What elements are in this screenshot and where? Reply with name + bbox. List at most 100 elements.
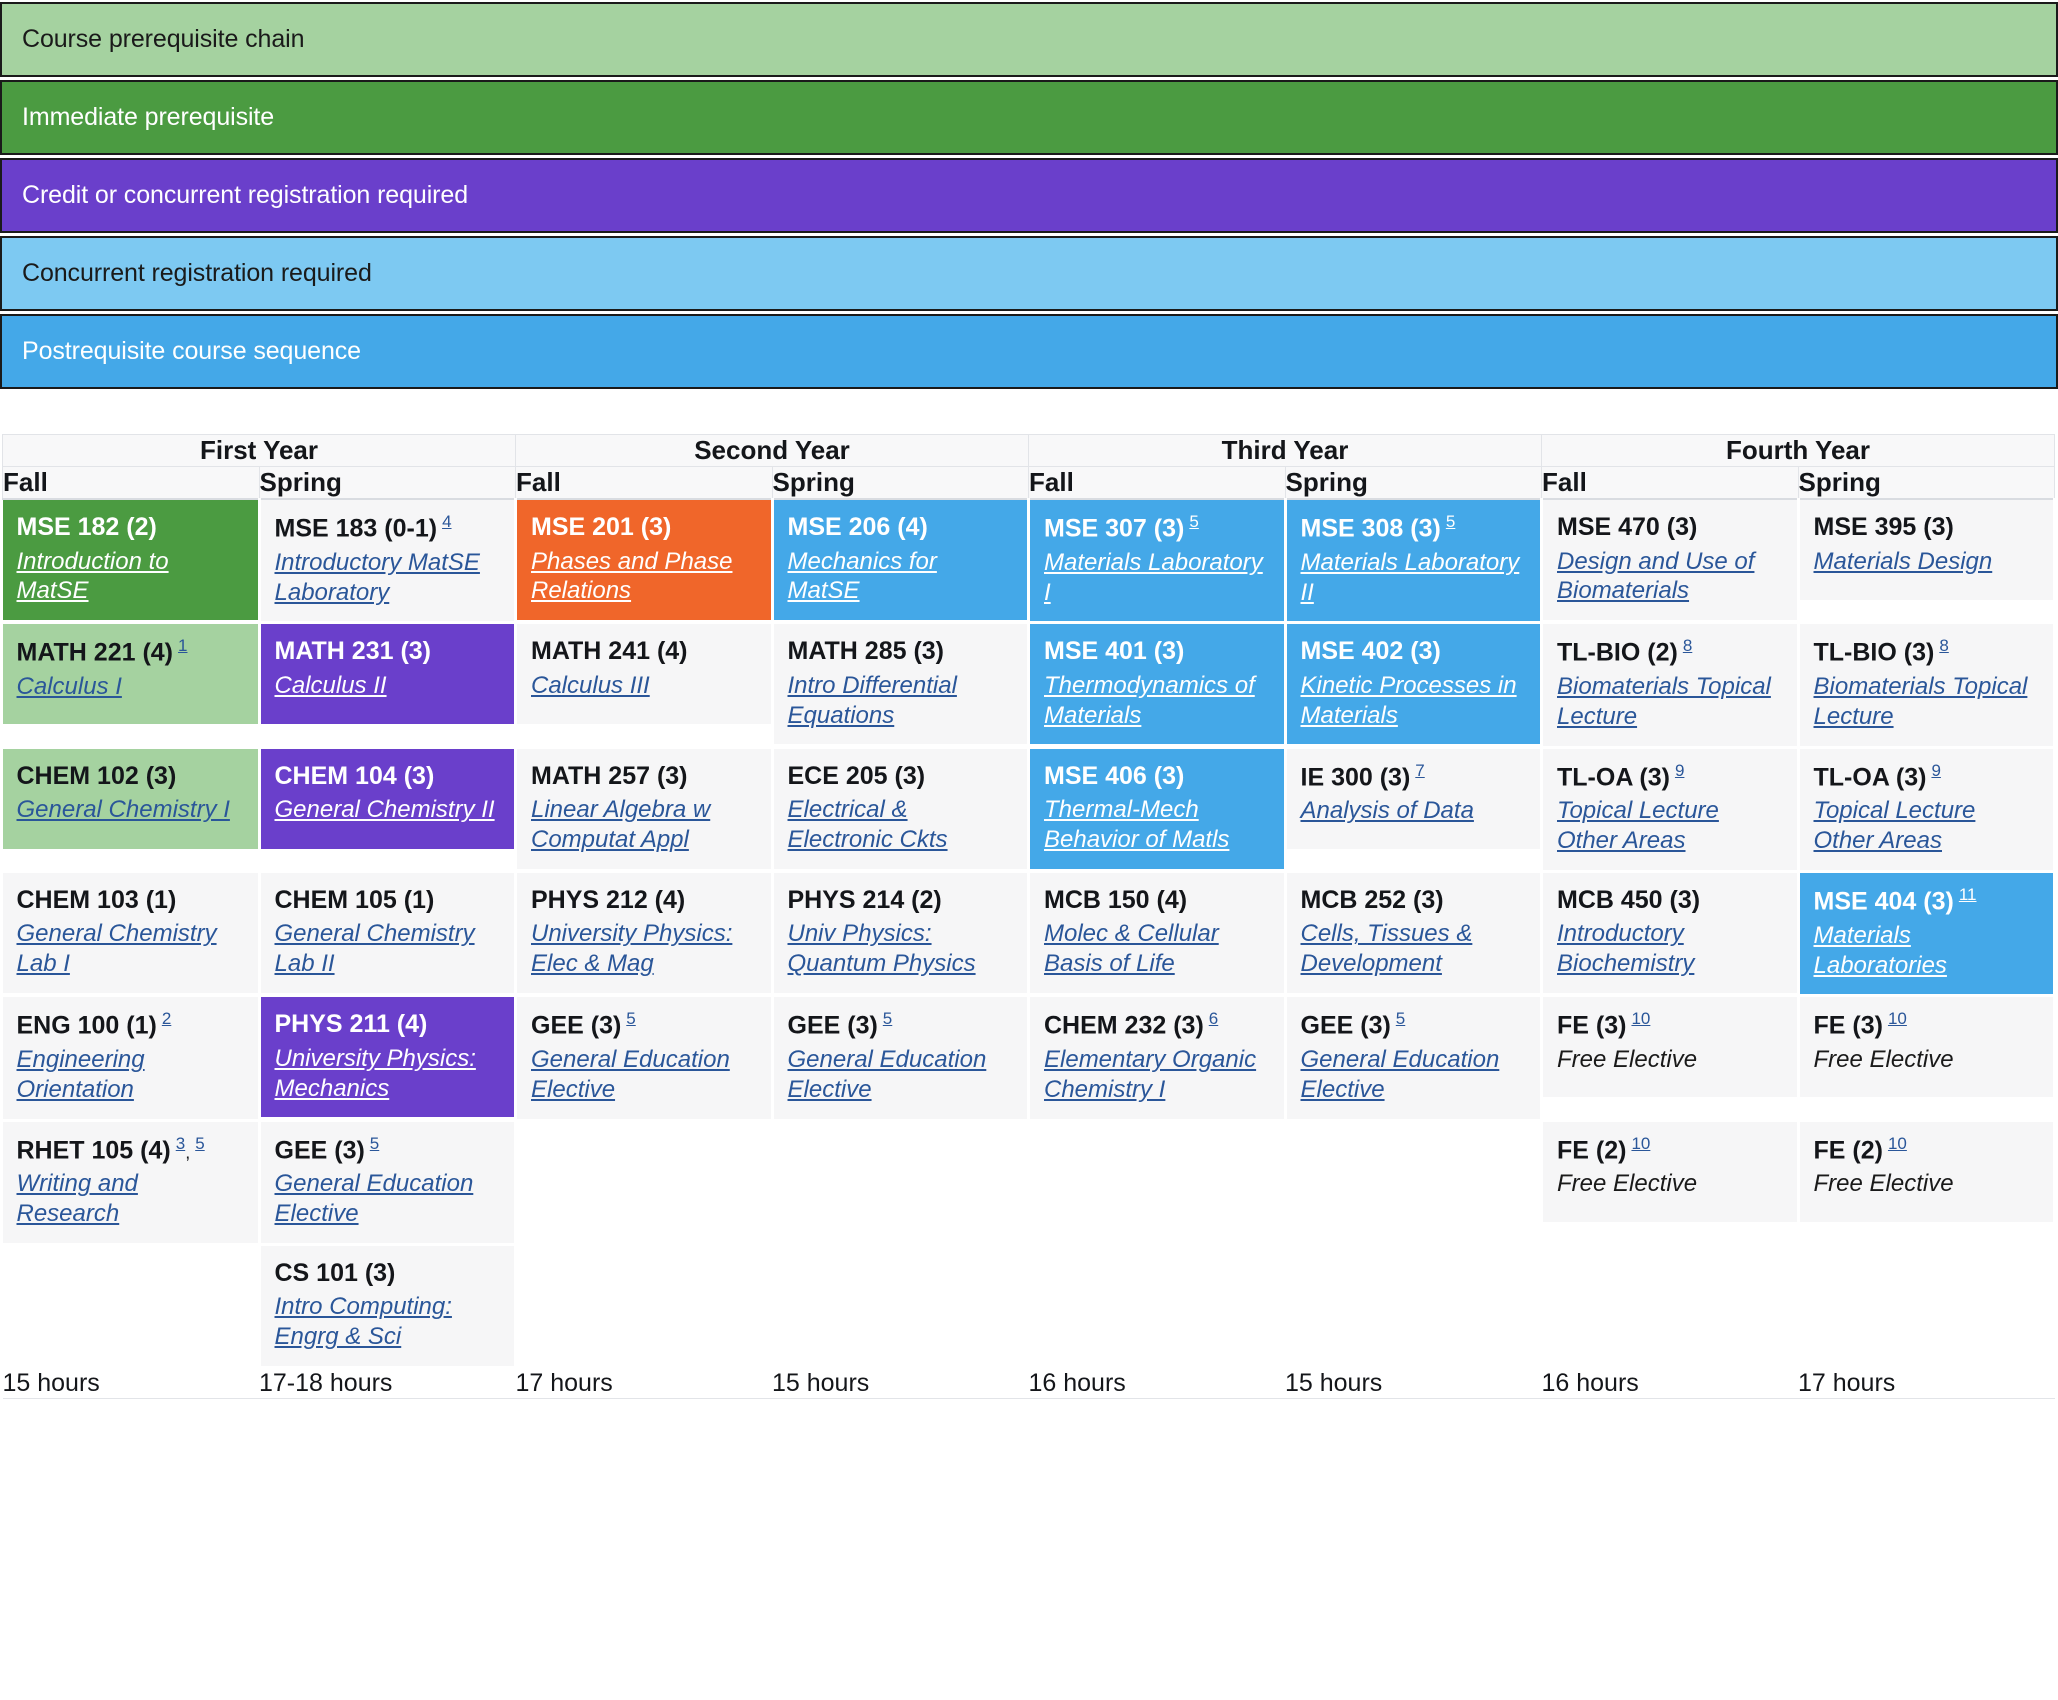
course-title[interactable]: Topical Lecture Other Areas	[1557, 797, 1719, 854]
course-title[interactable]: Materials Laboratory I	[1044, 549, 1263, 606]
footnote-ref[interactable]: 9	[1675, 761, 1684, 780]
course-code-text: MATH 221 (4)	[17, 639, 174, 667]
course-title[interactable]: Calculus III	[531, 672, 650, 699]
course-title[interactable]: Introductory MatSE Laboratory	[275, 549, 480, 606]
course-cell-inner: MCB 150 (4) Molec & Cellular Basis of Lif…	[1030, 873, 1284, 993]
course-title: Free Elective	[1557, 1046, 1697, 1073]
course-code: RHET 105 (4)3,5	[17, 1134, 244, 1166]
course-title[interactable]: Intro Differential Equations	[788, 672, 957, 729]
course-title[interactable]: Thermodynamics of Materials	[1044, 672, 1255, 729]
course-title[interactable]: Mechanics for MatSE	[788, 548, 937, 605]
course-title[interactable]: University Physics: Mechanics	[275, 1045, 476, 1102]
course-code: MATH 231 (3)	[275, 636, 501, 667]
course-cell-inner: ECE 205 (3)Electrical & Electronic Ckts	[774, 749, 1028, 869]
course-cell-inner: GEE (3)5 General Education Elective	[774, 997, 1028, 1118]
course-code-text: MCB 150 (4)	[1044, 886, 1187, 914]
course-title[interactable]: Elementary Organic Chemistry I	[1044, 1046, 1256, 1103]
course-title[interactable]: Design and Use of Biomaterials	[1557, 548, 1754, 605]
course-title[interactable]: General Chemistry Lab II	[275, 920, 475, 977]
course-title[interactable]: Materials Laboratory II	[1301, 549, 1520, 606]
course-title[interactable]: Materials Laboratories	[1814, 922, 1947, 979]
course-title[interactable]: Thermal-Mech Behavior of Matls	[1044, 796, 1229, 853]
course-title[interactable]: Writing and Research	[17, 1170, 138, 1227]
course-title[interactable]: General Chemistry Lab I	[17, 920, 217, 977]
course-title[interactable]: Intro Computing: Engrg & Sci	[275, 1293, 452, 1350]
course-code: FE (3)10	[1814, 1009, 2040, 1041]
empty-cell	[1285, 1244, 1542, 1367]
footnote-ref[interactable]: 9	[1931, 761, 1940, 780]
course-cell: TL-BIO (2)8Biomaterials Topical Lecture	[1542, 623, 1799, 747]
course-code: MATH 257 (3)	[531, 761, 757, 792]
footnote-ref[interactable]: 6	[1209, 1009, 1218, 1028]
course-title[interactable]: Linear Algebra w Computat Appl	[531, 796, 710, 853]
course-title[interactable]: General Chemistry II	[275, 796, 495, 823]
footnote-ref[interactable]: 5	[370, 1134, 379, 1153]
term-header-y1fall: Fall	[3, 467, 260, 500]
course-cell: GEE (3)5General Education Elective	[1285, 996, 1542, 1120]
footnote-ref[interactable]: 10	[1888, 1134, 1907, 1153]
course-title[interactable]: Analysis of Data	[1301, 797, 1474, 824]
course-title[interactable]: General Education Elective	[788, 1046, 987, 1103]
course-cell-inner: MATH 257 (3) Linear Algebra w Computat Ap…	[517, 749, 771, 869]
course-title[interactable]: Topical Lecture Other Areas	[1814, 797, 1976, 854]
course-code: GEE (3)5	[788, 1009, 1014, 1041]
course-title[interactable]: Biomaterials Topical Lecture	[1814, 673, 2028, 730]
course-title[interactable]: Calculus I	[17, 673, 122, 700]
footnote-ref[interactable]: 5	[626, 1009, 635, 1028]
course-title[interactable]: Calculus II	[275, 672, 387, 699]
course-title[interactable]: Engineering Orientation	[17, 1046, 145, 1103]
course-code-text: GEE (3)	[531, 1012, 621, 1040]
course-title[interactable]: Univ Physics: Quantum Physics	[788, 920, 976, 977]
footnote-ref[interactable]: 10	[1631, 1134, 1650, 1153]
footnote-ref[interactable]: 8	[1939, 636, 1948, 655]
course-title[interactable]: Electrical & Electronic Ckts	[788, 796, 948, 853]
footnote-ref[interactable]: 11	[1959, 885, 1977, 904]
hours-row: 15 hours17-18 hours17 hours15 hours16 ho…	[3, 1367, 2055, 1398]
course-code: FE (2)10	[1814, 1134, 2040, 1166]
course-cell-inner: MSE 470 (3)Design and Use of Biomaterial…	[1543, 500, 1797, 620]
course-cell-inner: MSE 183 (0-1)4Introductory MatSE Laborat…	[261, 500, 515, 621]
legend-item-2: Immediate prerequisite	[0, 80, 2058, 155]
course-title[interactable]: General Education Elective	[1301, 1046, 1500, 1103]
course-title[interactable]: Cells, Tissues & Development	[1301, 920, 1473, 977]
course-title[interactable]: Materials Design	[1814, 548, 1993, 575]
footnote-ref[interactable]: 5	[1396, 1009, 1405, 1028]
course-title[interactable]: Kinetic Processes in Materials	[1301, 672, 1517, 729]
course-title[interactable]: Biomaterials Topical Lecture	[1557, 673, 1771, 730]
footnote-ref[interactable]: 7	[1415, 761, 1424, 780]
course-title[interactable]: Introduction to MatSE	[17, 548, 169, 605]
footnote-ref[interactable]: 10	[1631, 1009, 1650, 1028]
course-title[interactable]: Phases and Phase Relations	[531, 548, 732, 605]
course-code-text: MSE 307 (3)	[1044, 514, 1184, 542]
course-title[interactable]: General Chemistry I	[17, 796, 230, 823]
course-code: MSE 308 (3)5	[1301, 512, 1527, 544]
year-header-3: Third Year	[1029, 435, 1542, 467]
course-code-text: IE 300 (3)	[1301, 763, 1411, 791]
course-cell: ECE 205 (3)Electrical & Electronic Ckts	[772, 747, 1029, 871]
footnote-ref[interactable]: 1	[178, 636, 187, 655]
course-title[interactable]: General Education Elective	[531, 1046, 730, 1103]
footnote-ref[interactable]: 5	[1189, 512, 1198, 531]
footnote-ref[interactable]: 5	[883, 1009, 892, 1028]
course-code-text: MATH 231 (3)	[275, 637, 432, 665]
course-code-text: PHYS 214 (2)	[788, 886, 942, 914]
footnote-ref[interactable]: 2	[162, 1009, 171, 1028]
footnote-separator: ,	[185, 1142, 190, 1162]
course-cell: MATH 241 (4)Calculus III	[516, 623, 773, 747]
footnote-ref[interactable]: 5	[1446, 512, 1455, 531]
course-title[interactable]: Introductory Biochemistry	[1557, 920, 1694, 977]
footnote-ref[interactable]: 10	[1888, 1009, 1907, 1028]
course-code: CHEM 103 (1)	[17, 885, 244, 916]
footnote-ref[interactable]: 8	[1683, 636, 1692, 655]
course-cell-inner: FE (2)10Free Elective	[1800, 1122, 2054, 1222]
footnote-ref[interactable]: 4	[442, 512, 451, 531]
course-cell: CHEM 232 (3)6Elementary Organic Chemistr…	[1029, 996, 1286, 1120]
footnote-ref[interactable]: 5	[195, 1134, 204, 1153]
course-cell: MCB 252 (3)Cells, Tissues & Development	[1285, 871, 1542, 995]
course-cell: MATH 257 (3) Linear Algebra w Computat Ap…	[516, 747, 773, 871]
course-title[interactable]: General Education Elective	[275, 1170, 474, 1227]
term-header-y3fall: Fall	[1029, 467, 1286, 500]
footnote-ref[interactable]: 3	[176, 1134, 185, 1153]
course-title[interactable]: Molec & Cellular Basis of Life	[1044, 920, 1219, 977]
course-title[interactable]: University Physics: Elec & Mag	[531, 920, 732, 977]
